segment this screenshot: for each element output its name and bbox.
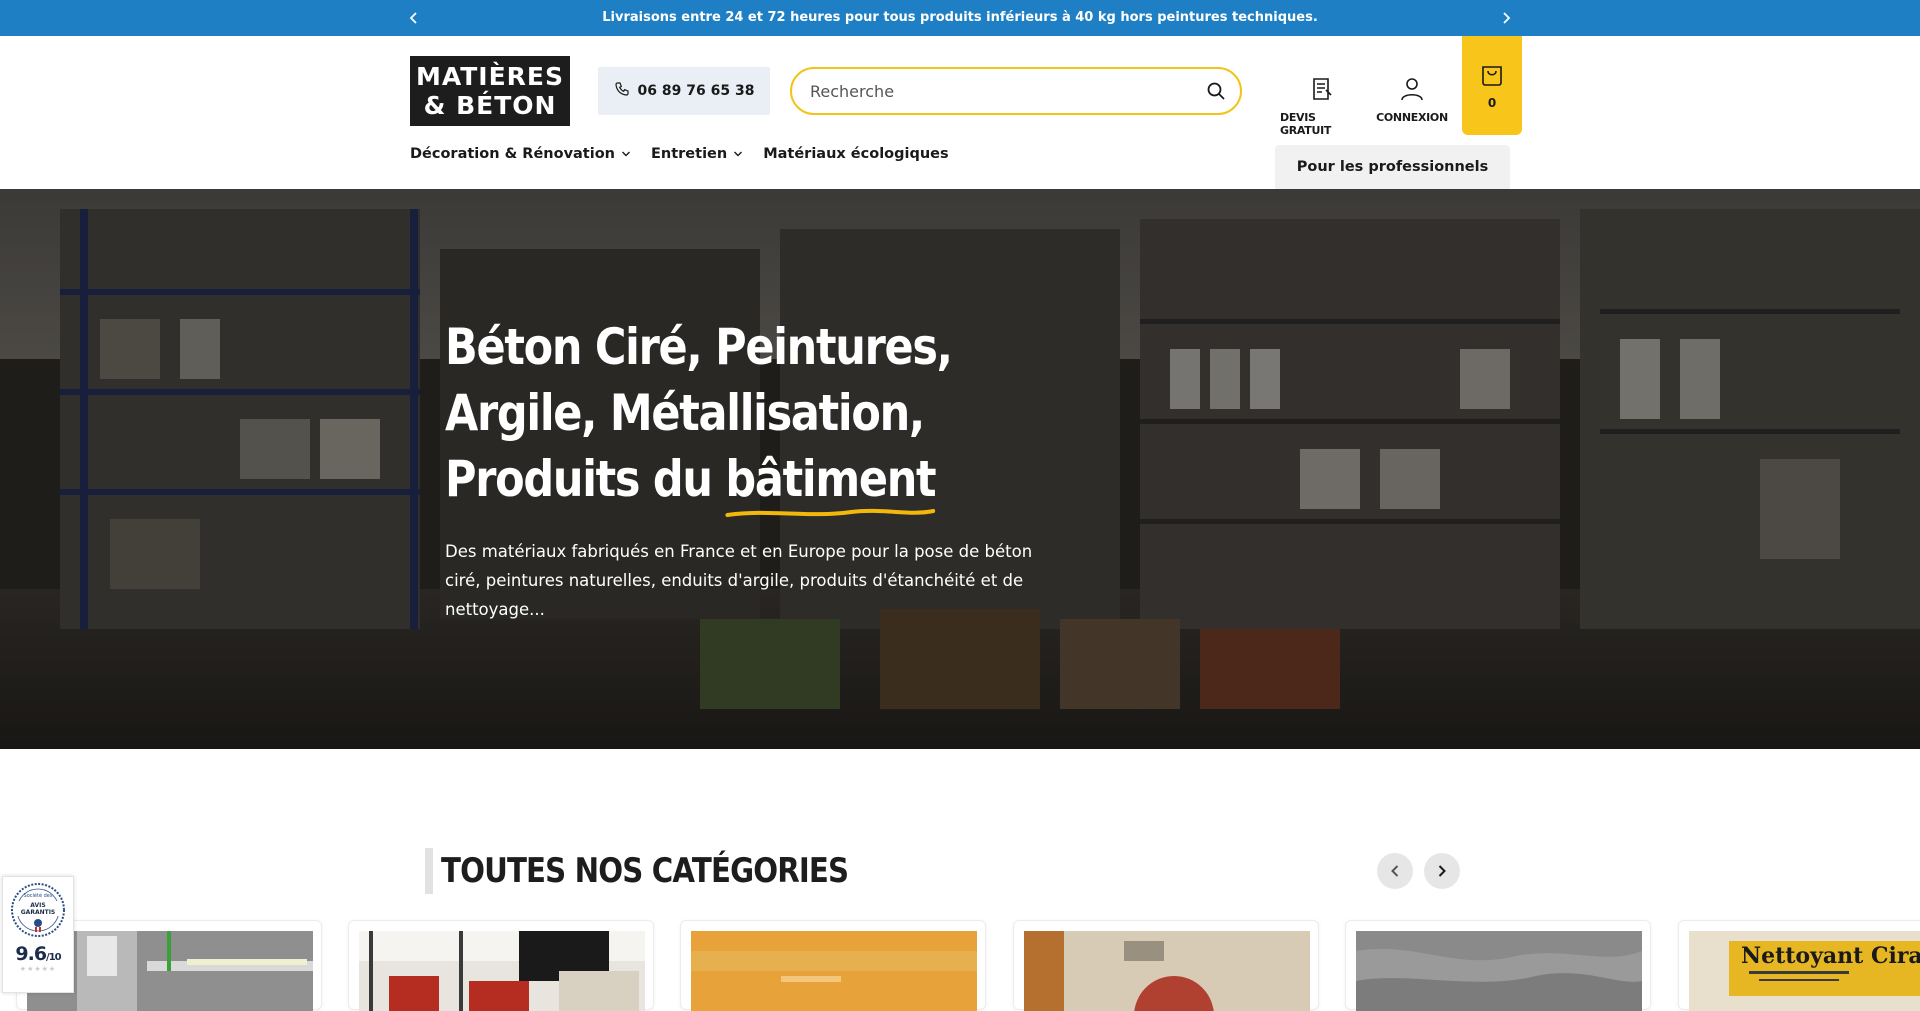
carousel-prev-button[interactable]: [1377, 853, 1413, 889]
free-quote-button[interactable]: DEVIS GRATUIT: [1280, 76, 1362, 137]
category-card-image: [1356, 931, 1642, 1011]
chevron-down-icon: [733, 146, 743, 162]
categories-heading: TOUTES NOS CATÉGORIES: [425, 848, 915, 894]
hero-banner: Béton Ciré, Peintures, Argile, Métallisa…: [0, 189, 1920, 749]
category-card-image: [1024, 931, 1310, 1011]
categories-title: TOUTES NOS CATÉGORIES: [441, 851, 849, 891]
logo-line-1: MATIÈRES: [415, 62, 565, 91]
category-card[interactable]: [680, 920, 986, 1011]
hero-title: Béton Ciré, Peintures, Argile, Métallisa…: [445, 314, 978, 517]
nav-item-label: Entretien: [651, 146, 728, 162]
review-score-suffix: /10: [46, 952, 62, 963]
site-logo[interactable]: MATIÈRES & BÉTON: [410, 56, 570, 126]
nav-item-materiaux-ecologiques[interactable]: Matériaux écologiques: [763, 146, 948, 162]
announcement-bar: Livraisons entre 24 et 72 heures pour to…: [0, 0, 1920, 36]
professionals-button[interactable]: Pour les professionnels: [1275, 145, 1510, 189]
avis-garantis-seal-icon: Société des AVIS GARANTIS: [9, 883, 67, 941]
category-card[interactable]: [1013, 920, 1319, 1011]
review-stars-icon: ★★★★★: [19, 965, 57, 973]
cart-button[interactable]: 0: [1462, 36, 1522, 135]
category-card[interactable]: [1345, 920, 1651, 1011]
category-card-image: [359, 931, 645, 1011]
chevron-right-icon: [1438, 865, 1446, 877]
search-bar: [790, 67, 1242, 115]
phone-icon: [614, 81, 630, 101]
login-label: CONNEXION: [1376, 111, 1448, 124]
announcement-next-arrow-icon[interactable]: [1496, 8, 1516, 28]
category-card-image: Nettoyant Ciran: [1689, 931, 1920, 1011]
nav-item-entretien[interactable]: Entretien: [651, 146, 743, 162]
nav-item-label: Matériaux écologiques: [763, 146, 949, 162]
hero-title-line-2: Argile, Métallisation,: [445, 384, 925, 442]
hero-description: Des matériaux fabriqués en France et en …: [445, 542, 1033, 619]
main-navigation: Décoration & Rénovation Entretien Matéri…: [410, 146, 949, 162]
svg-text:AVIS: AVIS: [30, 902, 45, 909]
heading-accent-bar: [425, 848, 433, 894]
free-quote-label: DEVIS GRATUIT: [1280, 111, 1332, 137]
hero-title-line-1: Béton Ciré, Peintures,: [445, 318, 953, 376]
document-icon: [1308, 76, 1334, 111]
review-score: 9.6/10: [15, 943, 62, 965]
category-card[interactable]: Nettoyant Ciran: [1678, 920, 1920, 1011]
user-icon: [1399, 76, 1425, 111]
login-button[interactable]: CONNEXION: [1376, 76, 1448, 124]
hero-title-underlined-text: bâtiment: [725, 450, 936, 508]
category-card[interactable]: [348, 920, 654, 1011]
logo-line-2: & BÉTON: [423, 91, 557, 120]
search-input[interactable]: [810, 77, 1190, 105]
search-icon[interactable]: [1206, 81, 1226, 101]
brush-underline-icon: [725, 508, 936, 517]
hero-title-underlined-word: bâtiment: [725, 446, 937, 517]
nav-item-decoration-renovation[interactable]: Décoration & Rénovation: [410, 146, 631, 162]
svg-text:GARANTIS: GARANTIS: [21, 909, 56, 916]
carousel-next-button[interactable]: [1424, 853, 1460, 889]
nav-item-label: Décoration & Rénovation: [410, 146, 615, 162]
seal-top-text: Société des: [24, 892, 53, 899]
cart-count: 0: [1487, 96, 1497, 110]
phone-button[interactable]: 06 89 76 65 38: [598, 67, 770, 115]
category-card-image: [691, 931, 977, 1011]
chevron-left-icon: [1391, 865, 1399, 877]
chevron-down-icon: [621, 146, 631, 162]
reviews-badge[interactable]: Société des AVIS GARANTIS 9.6/10 ★★★★★: [2, 876, 74, 993]
site-header: MATIÈRES & BÉTON 06 89 76 65 38 DEVIS GR…: [0, 36, 1920, 189]
svg-text:Nettoyant Ciran: Nettoyant Ciran: [1741, 943, 1920, 969]
announcement-message: Livraisons entre 24 et 72 heures pour to…: [602, 10, 1318, 25]
cart-bag-icon: [1479, 61, 1505, 96]
review-score-value: 9.6: [15, 943, 47, 965]
phone-number: 06 89 76 65 38: [637, 83, 755, 99]
hero-title-line-3-prefix: Produits du: [445, 450, 726, 508]
